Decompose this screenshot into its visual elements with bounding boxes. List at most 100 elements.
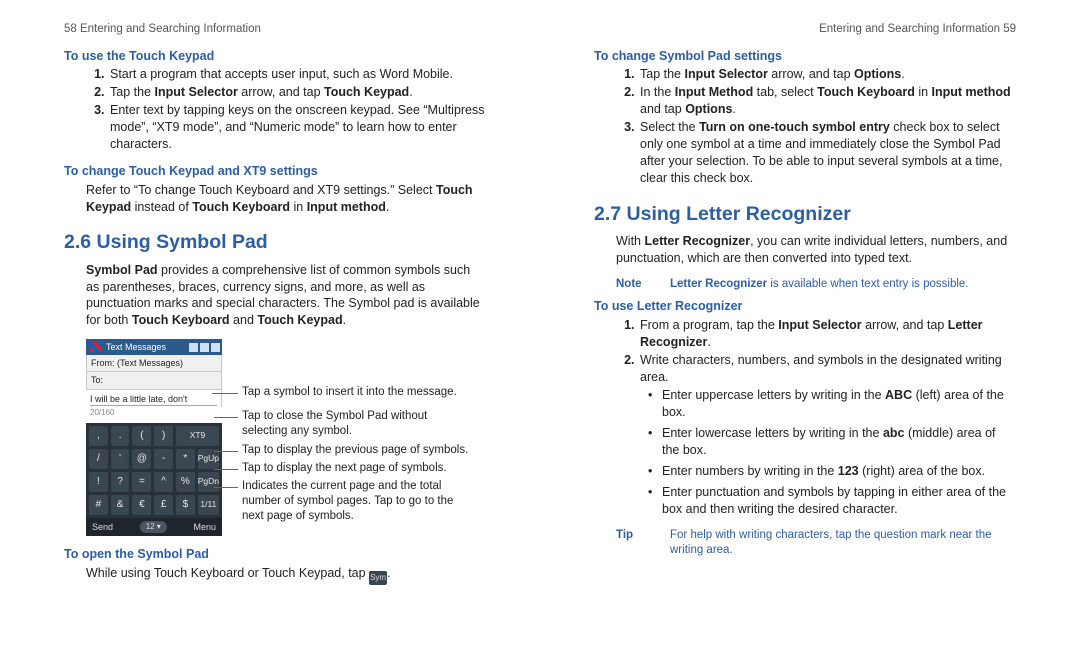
- step-1: Start a program that accepts user input,…: [108, 66, 486, 83]
- key: *: [176, 449, 195, 469]
- from-label: From:: [91, 358, 115, 368]
- t: 123: [838, 464, 859, 478]
- callout-close: Tap to close the Symbol Pad without sele…: [242, 409, 452, 439]
- open-symbolpad-body: While using Touch Keyboard or Touch Keyp…: [86, 565, 486, 585]
- t: arrow, and tap: [862, 318, 948, 332]
- t: Touch Keyboard: [132, 313, 230, 327]
- t: .: [343, 313, 346, 327]
- t: Options: [685, 102, 732, 116]
- steps-letter-recognizer: From a program, tap the Input Selector a…: [638, 317, 1016, 518]
- t: abc: [883, 426, 905, 440]
- key-xt9: XT9: [176, 426, 219, 446]
- key: #: [89, 495, 108, 515]
- t: Letter Recognizer: [670, 278, 767, 290]
- key: ?: [111, 472, 130, 492]
- t: Touch Keypad: [257, 313, 342, 327]
- t: Symbol Pad: [86, 263, 158, 277]
- t: arrow, and tap: [238, 85, 324, 99]
- running-header: 58 Entering and Searching Information: [64, 22, 486, 38]
- t: Touch Keypad: [324, 85, 409, 99]
- t: Input Selector: [154, 85, 237, 99]
- bullet-punct: Enter punctuation and symbols by tapping…: [648, 484, 1016, 518]
- t: Indicates the current page and the total…: [242, 480, 453, 522]
- start-icon: [90, 342, 102, 352]
- callout-indicator: Indicates the current page and the total…: [242, 479, 462, 524]
- title: Text Messages: [106, 341, 166, 353]
- tip-row: Tip For help with writing characters, ta…: [616, 528, 1016, 559]
- t: Turn on one-touch symbol entry: [699, 120, 890, 134]
- t: instead of: [131, 200, 192, 214]
- page-58: 58 Entering and Searching Information To…: [0, 0, 540, 663]
- key: &: [111, 495, 130, 515]
- t: tab, select: [753, 85, 817, 99]
- t: Options: [854, 67, 901, 81]
- key: $: [176, 495, 195, 515]
- symbolpad-intro: Symbol Pad provides a comprehensive list…: [86, 262, 486, 330]
- t: Tap a symbol to insert it into the messa…: [242, 386, 457, 398]
- t: Tap the: [640, 67, 684, 81]
- step-1: Tap the Input Selector arrow, and tap Op…: [638, 66, 1016, 83]
- text: I will be a little late, don't: [90, 393, 217, 406]
- note-row: Note Letter Recognizer is available when…: [616, 277, 1016, 293]
- key-pgdn: PgDn: [198, 472, 219, 492]
- callout-next: Tap to display the next page of symbols.: [242, 461, 472, 476]
- t: Touch Keyboard: [817, 85, 915, 99]
- t: Input Selector: [778, 318, 861, 332]
- softkey-send: Send: [92, 521, 113, 533]
- key: ': [111, 449, 130, 469]
- t: .: [707, 335, 710, 349]
- steps-touch-keypad: Start a program that accepts user input,…: [108, 66, 486, 152]
- t: Input method: [932, 85, 1011, 99]
- key: !: [89, 472, 108, 492]
- page-59: Entering and Searching Information 59 To…: [540, 0, 1080, 663]
- bullets: Enter uppercase letters by writing in th…: [648, 387, 1016, 517]
- step-1: From a program, tap the Input Selector a…: [638, 317, 1016, 351]
- callout-prev: Tap to display the previous page of symb…: [242, 443, 472, 458]
- t: Tap to display the next page of symbols.: [242, 462, 447, 474]
- heading-use-letter-recognizer: To use Letter Recognizer: [594, 298, 1016, 315]
- t: Refer to “To change Touch Keyboard and X…: [86, 183, 436, 197]
- t: From a program, tap the: [640, 318, 778, 332]
- step-3: Enter text by tapping keys on the onscre…: [108, 102, 486, 153]
- key: %: [176, 472, 195, 492]
- bullet-abc-upper: Enter uppercase letters by writing in th…: [648, 387, 1016, 421]
- bullet-abc-lower: Enter lowercase letters by writing in th…: [648, 425, 1016, 459]
- t: Tap to display the previous page of symb…: [242, 444, 468, 456]
- key: /: [89, 449, 108, 469]
- t: In the: [640, 85, 675, 99]
- t: and tap: [640, 102, 685, 116]
- sym-key-icon: Sym: [369, 571, 387, 585]
- from-row: From: (Text Messages): [86, 355, 222, 372]
- key: £: [154, 495, 173, 515]
- tip-label: Tip: [616, 528, 654, 559]
- t: Input Selector: [684, 67, 767, 81]
- device-screenshot: Text Messages From: (Text Messages) To: …: [86, 339, 222, 536]
- key: €: [132, 495, 151, 515]
- step-2: Tap the Input Selector arrow, and tap To…: [108, 84, 486, 101]
- t: .: [386, 200, 389, 214]
- key: ,: [89, 426, 108, 446]
- softkeys: Send 12 ▾ Menu: [86, 518, 222, 537]
- key: =: [132, 472, 151, 492]
- symbol-grid: , . ( ) XT9 / ' @ - * PgUp ! ? = ^ % PgD…: [86, 423, 222, 518]
- t: Tap the: [110, 85, 154, 99]
- t: Input Method: [675, 85, 753, 99]
- tip-text: For help with writing characters, tap th…: [670, 528, 1016, 559]
- t: .: [387, 566, 390, 580]
- title-bar: Text Messages: [86, 339, 222, 355]
- t: Tap to close the Symbol Pad without sele…: [242, 410, 427, 437]
- status-icons: [189, 343, 220, 352]
- step-2: In the Input Method tab, select Touch Ke…: [638, 84, 1016, 118]
- t: .: [901, 67, 904, 81]
- t: With: [616, 234, 644, 248]
- callout-insert: Tap a symbol to insert it into the messa…: [242, 385, 457, 400]
- section-2-7: 2.7 Using Letter Recognizer: [594, 201, 1016, 227]
- key-pager: 1/11: [198, 495, 219, 515]
- running-header: Entering and Searching Information 59: [594, 22, 1016, 38]
- key: .: [111, 426, 130, 446]
- t: in: [915, 85, 932, 99]
- to-row: To:: [86, 372, 222, 389]
- from-value: (Text Messages): [117, 358, 183, 368]
- t: in: [290, 200, 307, 214]
- note-label: Note: [616, 277, 654, 293]
